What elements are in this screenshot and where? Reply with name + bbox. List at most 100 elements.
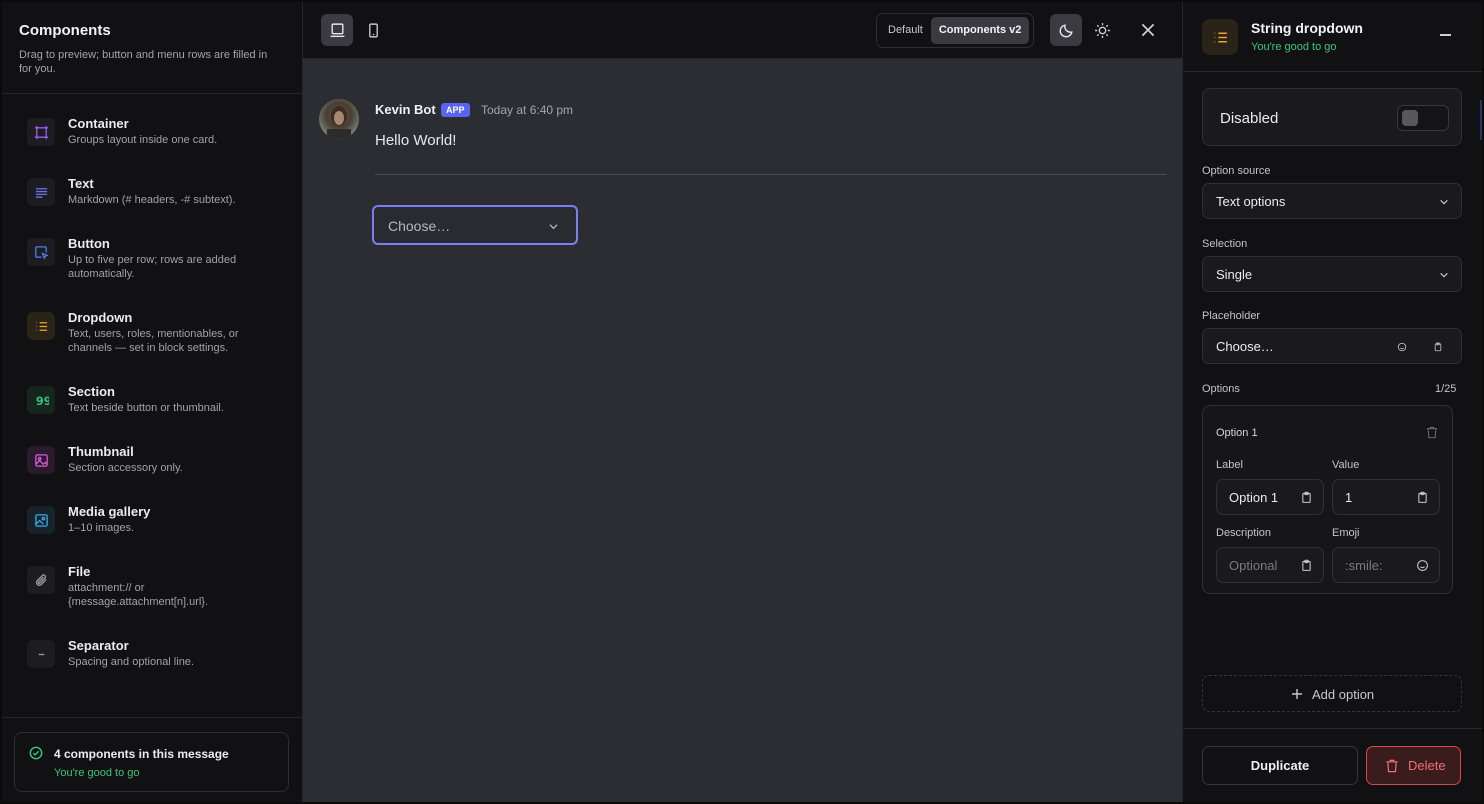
sidebar-item-section[interactable]: 99 Section Text beside button or thumbna… <box>27 384 268 416</box>
panel-status: You're good to go <box>1251 41 1337 53</box>
clipboard-icon[interactable] <box>1300 491 1313 504</box>
clipboard-icon[interactable] <box>1433 342 1443 352</box>
sidebar-item-desc: Text beside button or thumbnail. <box>68 402 224 414</box>
placeholder-input[interactable]: Choose… <box>1202 328 1462 364</box>
options-count: 1/25 <box>1435 383 1457 395</box>
sidebar-item-file[interactable]: File attachment:// or {message.attachmen… <box>27 564 268 609</box>
selection-select[interactable]: Single <box>1202 256 1462 292</box>
option-description-input[interactable]: Optional <box>1216 547 1324 583</box>
selection-value: Single <box>1216 267 1253 282</box>
sidebar-item-separator[interactable]: Separator Spacing and optional line. <box>27 638 268 670</box>
check-circle-icon <box>29 746 43 760</box>
option-value-label: Value <box>1332 459 1360 471</box>
option-description-placeholder: Optional <box>1229 558 1278 573</box>
list-icon <box>27 312 55 340</box>
sidebar-header: Components Drag to preview; button and m… <box>2 2 302 94</box>
option-emoji-input[interactable]: :smile: <box>1332 547 1440 583</box>
sidebar-item-desc: Markdown (# headers, -# subtext). <box>68 194 236 206</box>
sidebar-item-name: Media gallery <box>68 504 151 519</box>
panel-title: String dropdown <box>1251 20 1363 36</box>
option-description-label: Description <box>1216 527 1272 539</box>
render-mode-toggle: Default Components v2 <box>876 13 1034 48</box>
segment-components-v2[interactable]: Components v2 <box>930 17 1030 44</box>
duplicate-button[interactable]: Duplicate <box>1202 746 1358 785</box>
sidebar-item-thumbnail[interactable]: Thumbnail Section accessory only. <box>27 444 268 476</box>
light-theme-button[interactable] <box>1086 14 1118 46</box>
option-value-input[interactable]: 1 <box>1332 479 1440 515</box>
option-source-select[interactable]: Text options <box>1202 183 1462 219</box>
sidebar-item-name: Thumbnail <box>68 444 134 459</box>
message-author[interactable]: Kevin Bot <box>375 102 436 117</box>
components-sidebar: Components Drag to preview; button and m… <box>2 2 303 802</box>
block-settings-panel: String dropdown You're good to go Disabl… <box>1182 2 1482 802</box>
dark-theme-button[interactable] <box>1050 14 1082 46</box>
plus-icon <box>1292 689 1302 699</box>
option-source-label: Option source <box>1202 165 1271 177</box>
placeholder-value: Choose… <box>1216 339 1274 354</box>
option-title: Option 1 <box>1216 427 1258 439</box>
clipboard-icon[interactable] <box>1300 559 1313 572</box>
close-icon[interactable] <box>1139 21 1157 39</box>
delete-button[interactable]: Delete <box>1366 746 1461 785</box>
emoji-icon[interactable] <box>1397 342 1407 352</box>
panel-header: String dropdown You're good to go <box>1183 2 1482 72</box>
option-value-value: 1 <box>1345 490 1353 505</box>
emoji-icon[interactable] <box>1416 559 1429 572</box>
add-option-label: Add option <box>1312 687 1375 702</box>
segment-default[interactable]: Default <box>880 17 931 44</box>
sidebar-item-desc: Spacing and optional line. <box>68 656 194 668</box>
app-badge: APP <box>441 103 470 117</box>
sun-icon <box>1094 22 1110 38</box>
avatar <box>319 99 359 139</box>
option-card: Option 1 Label Option 1 Value 1 Descript… <box>1202 405 1453 594</box>
sidebar-item-button[interactable]: Button Up to five per row; rows are adde… <box>27 236 268 281</box>
container-icon <box>27 118 55 146</box>
sidebar-item-dropdown[interactable]: Dropdown Text, users, roles, mentionable… <box>27 310 268 355</box>
sidebar-subtitle: Drag to preview; button and menu rows ar… <box>19 49 268 75</box>
collapse-icon[interactable] <box>1440 34 1451 36</box>
delete-label: Delete <box>1408 758 1446 773</box>
quote-icon: 99 <box>27 386 55 414</box>
laptop-icon <box>330 22 344 37</box>
option-emoji-label: Emoji <box>1332 527 1360 539</box>
disabled-label: Disabled <box>1220 110 1279 127</box>
trash-icon[interactable] <box>1426 426 1438 439</box>
option-label-input[interactable]: Option 1 <box>1216 479 1324 515</box>
add-option-button[interactable]: Add option <box>1202 675 1462 712</box>
preview-string-select[interactable]: Choose… <box>372 205 578 245</box>
sidebar-item-desc: Section accessory only. <box>68 462 183 474</box>
component-count: 4 components in this message <box>54 747 229 761</box>
options-label: Options <box>1202 383 1240 395</box>
validation-card: 4 components in this message You're good… <box>14 732 289 792</box>
sidebar-item-name: Container <box>68 116 129 131</box>
desktop-view-button[interactable] <box>321 14 353 46</box>
sidebar-item-media-gallery[interactable]: Media gallery 1–10 images. <box>27 504 268 536</box>
image-icon <box>27 446 55 474</box>
preview-area: Default Components v2 Kevin Bot APP Toda… <box>303 2 1182 802</box>
trash-icon <box>1386 759 1398 773</box>
clipboard-icon[interactable] <box>1416 491 1429 504</box>
sidebar-item-desc: 1–10 images. <box>68 522 135 534</box>
text-lines-icon <box>27 178 55 206</box>
chevron-down-icon <box>1440 199 1448 205</box>
paperclip-icon <box>27 566 55 594</box>
button-cursor-icon <box>27 238 55 266</box>
message-timestamp: Today at 6:40 pm <box>481 103 574 117</box>
option-label-value: Option 1 <box>1229 490 1279 505</box>
sidebar-item-name: Separator <box>68 638 129 653</box>
disabled-setting: Disabled <box>1202 88 1462 146</box>
mobile-view-button[interactable] <box>357 14 389 46</box>
panel-footer: Duplicate Delete <box>1183 728 1482 802</box>
disabled-toggle[interactable] <box>1397 105 1449 131</box>
sidebar-item-text[interactable]: Text Markdown (# headers, -# subtext). <box>27 176 268 208</box>
sidebar-item-container[interactable]: Container Groups layout inside one card. <box>27 116 268 148</box>
gallery-icon <box>27 506 55 534</box>
sidebar-item-desc: Groups layout inside one card. <box>68 134 218 146</box>
preview-toolbar: Default Components v2 <box>303 2 1182 59</box>
sidebar-item-name: Section <box>68 384 115 399</box>
message-content: Hello World! <box>375 132 457 149</box>
phone-icon <box>368 22 378 38</box>
option-source-value: Text options <box>1216 194 1286 209</box>
chevron-down-icon <box>549 224 558 230</box>
minus-icon <box>27 640 55 668</box>
